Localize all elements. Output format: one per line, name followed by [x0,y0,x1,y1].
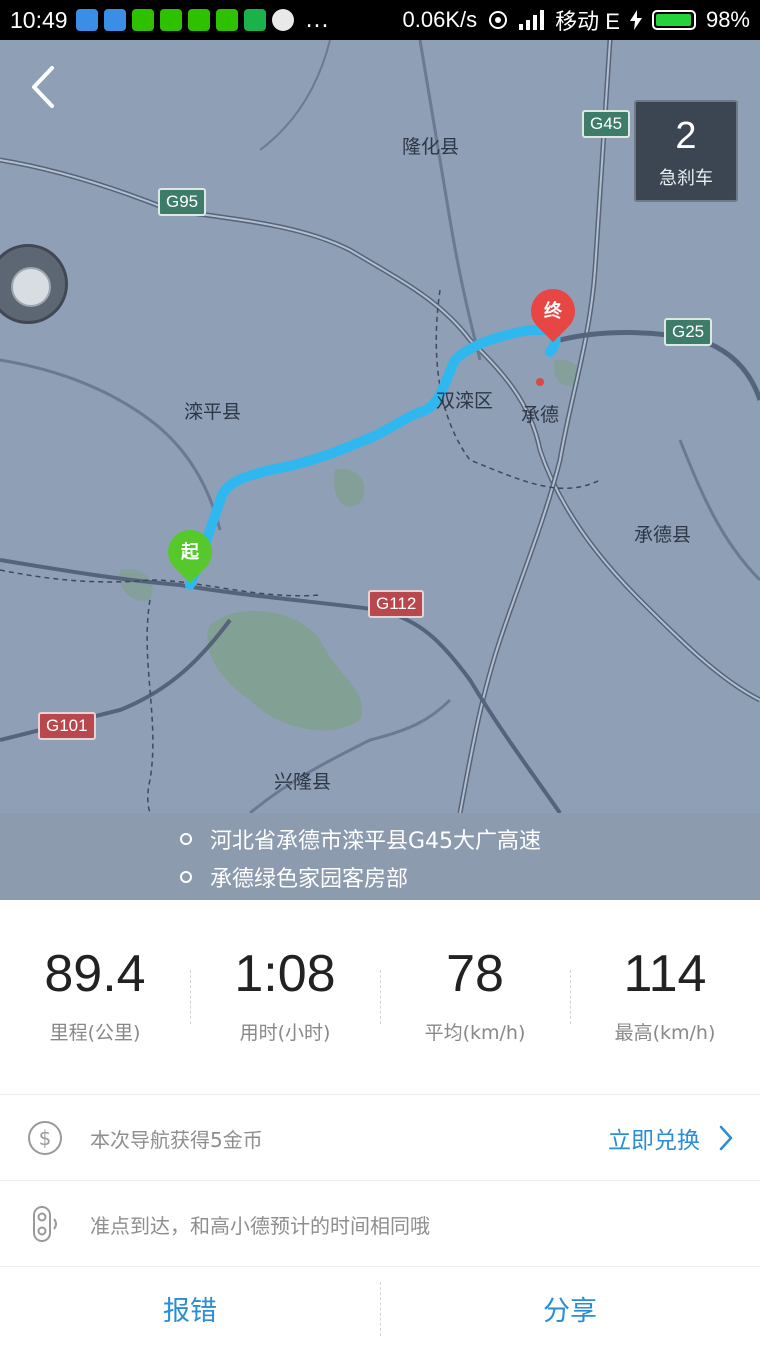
chevron-right-icon [719,1125,733,1151]
map-label-longhua: 隆化县 [402,136,460,158]
report-error-label: 报错 [163,1296,217,1327]
wechat-icon [187,9,210,31]
stat-duration: 1:08 用时(小时) [190,900,380,1095]
notification-icons: ... [75,7,330,33]
bottom-actions: 报错 分享 [0,1266,760,1351]
end-pin: 终 [521,279,585,343]
start-address-row: 河北省承德市滦平县G45大广高速 [180,823,541,855]
status-bar: 10:49 ... 0.06K/s 移动 E 98% [0,0,760,40]
status-time: 10:49 [10,6,68,33]
shield-g95: G95 [158,188,207,216]
back-button[interactable] [20,62,66,112]
mail-icon [75,9,98,31]
hard-braking-card[interactable]: 2 急刹车 [634,100,738,202]
shield-g25: G25 [664,318,713,346]
end-address: 承德绿色家园客房部 [210,867,409,892]
trip-summary-screen: 10:49 ... 0.06K/s 移动 E 98% 隆化县 滦平县 双滦区 承… [0,0,760,1351]
start-pin-label: 起 [181,542,199,563]
redeem-label: 立即兑换 [608,1128,700,1154]
stat-distance: 89.4 里程(公里) [0,900,190,1095]
traffic-light-icon [33,1206,57,1242]
hotspot-icon [489,11,508,29]
signal-icon [519,10,545,30]
stat-label: 最高(km/h) [614,1022,716,1044]
shield-g101: G101 [38,712,96,740]
start-address: 河北省承德市滦平县G45大广高速 [210,829,542,854]
charging-icon [629,10,642,30]
map-label-shuangluan: 双滦区 [436,390,494,412]
stat-value: 78 [446,945,504,1003]
stat-value: 89.4 [44,945,146,1003]
more-notifications-indicator: ... [305,7,330,33]
stat-value: 114 [623,945,707,1003]
wechat-icon [131,9,154,31]
svg-text:$: $ [39,1126,52,1150]
hard-braking-label: 急刹车 [659,168,713,189]
map-label-chengde: 承德 [521,404,560,426]
app-icon [271,9,294,31]
send-icon [103,9,126,31]
wechat-icon [159,9,182,31]
trip-stats: 89.4 里程(公里) 1:08 用时(小时) 78 平均(km/h) 114 … [0,900,760,1095]
share-label: 分享 [543,1296,597,1327]
shield-g112: G112 [368,590,425,618]
arrival-row: 准点到达，和高小德预计的时间相同哦 [0,1181,760,1267]
battery-percent: 98% [705,7,750,32]
start-dot-icon [180,833,192,845]
coin-icon: $ [28,1121,62,1155]
route-map[interactable]: 隆化县 滦平县 双滦区 承德 承德县 兴隆县 G45 G95 G25 G112 … [0,40,760,813]
stat-value: 1:08 [234,945,336,1003]
end-dot-icon [180,871,192,883]
stat-max-speed: 114 最高(km/h) [570,900,760,1095]
carrier-label: 移动 E [555,9,620,34]
status-right: 0.06K/s 移动 E 98% [403,4,750,36]
start-pin: 起 [158,520,222,584]
end-pin-label: 终 [544,301,562,322]
wechat-icon [215,9,238,31]
hard-braking-count: 2 [675,115,697,157]
redeem-button[interactable]: 立即兑换 [608,1095,734,1181]
stat-label: 用时(小时) [239,1022,331,1044]
battery-icon [651,10,696,30]
route-addresses: 河北省承德市滦平县G45大广高速 承德绿色家园客房部 [0,813,760,900]
map-label-xinglong: 兴隆县 [274,771,332,793]
map-label-chengde-county: 承德县 [634,524,692,546]
network-speed: 0.06K/s [402,7,478,32]
map-label-luanping: 滦平县 [184,401,242,423]
share-button[interactable]: 分享 [380,1266,760,1351]
shield-g45: G45 [582,110,631,138]
coins-text: 本次导航获得5金币 [90,1127,263,1152]
battery-level-fill [655,14,692,26]
report-error-button[interactable]: 报错 [0,1266,380,1351]
phone-icon [243,9,266,31]
stat-average-speed: 78 平均(km/h) [380,900,570,1095]
stat-label: 平均(km/h) [424,1022,526,1044]
chevron-left-icon [32,66,54,108]
coins-row[interactable]: $ 本次导航获得5金币 立即兑换 [0,1095,760,1181]
end-address-row: 承德绿色家园客房部 [180,861,408,893]
arrival-text: 准点到达，和高小德预计的时间相同哦 [90,1213,430,1238]
stat-label: 里程(公里) [49,1022,141,1044]
